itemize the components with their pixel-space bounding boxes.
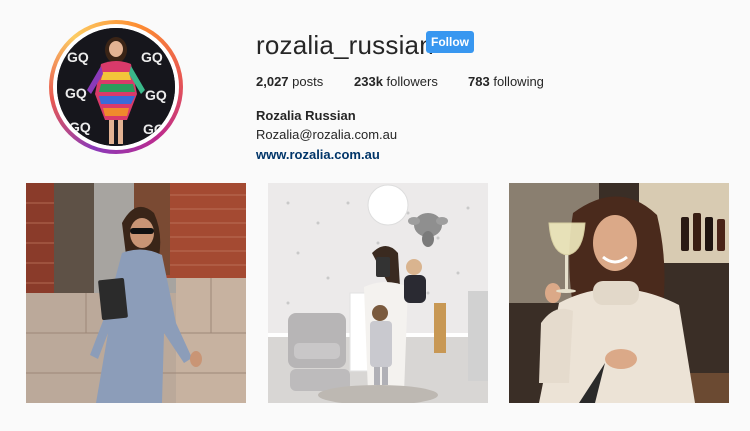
gq-logo: GQ bbox=[69, 119, 91, 135]
post-thumbnail[interactable] bbox=[26, 183, 246, 403]
follow-button[interactable]: Follow bbox=[426, 31, 474, 53]
gq-logo: GQ bbox=[67, 49, 89, 65]
following-label: following bbox=[493, 74, 544, 89]
gq-logo: GQ bbox=[141, 49, 163, 65]
stat-posts: 2,027 posts bbox=[256, 74, 354, 89]
profile-username: rozalia_russian bbox=[256, 30, 434, 60]
avatar-photo: GQ GQ GQ GQ GQ GQ bbox=[57, 28, 175, 146]
profile-avatar-ring[interactable]: GQ GQ GQ GQ GQ GQ bbox=[49, 20, 183, 154]
gq-logo: GQ bbox=[145, 87, 167, 103]
gq-logo: GQ bbox=[143, 121, 165, 137]
gq-logo: GQ bbox=[65, 85, 87, 101]
stat-following[interactable]: 783 following bbox=[468, 74, 544, 89]
followers-count: 233k bbox=[354, 74, 383, 89]
posts-label: posts bbox=[292, 74, 324, 89]
post-photo bbox=[509, 183, 729, 403]
post-thumbnail[interactable] bbox=[509, 183, 729, 403]
post-thumbnail[interactable] bbox=[268, 183, 488, 403]
followers-label: followers bbox=[386, 74, 438, 89]
stat-followers[interactable]: 233k followers bbox=[354, 74, 468, 89]
posts-count: 2,027 bbox=[256, 74, 289, 89]
profile-avatar[interactable]: GQ GQ GQ GQ GQ GQ bbox=[57, 28, 175, 146]
profile-website-link[interactable]: www.rozalia.com.au bbox=[256, 147, 380, 162]
following-count: 783 bbox=[468, 74, 490, 89]
avatar-gap: GQ GQ GQ GQ GQ GQ bbox=[53, 24, 179, 150]
profile-full-name: Rozalia Russian bbox=[256, 108, 356, 123]
profile-stats: 2,027 posts 233k followers 783 following bbox=[256, 74, 576, 89]
post-photo bbox=[268, 183, 488, 403]
profile-email: Rozalia@rozalia.com.au bbox=[256, 127, 398, 142]
post-photo bbox=[26, 183, 246, 403]
